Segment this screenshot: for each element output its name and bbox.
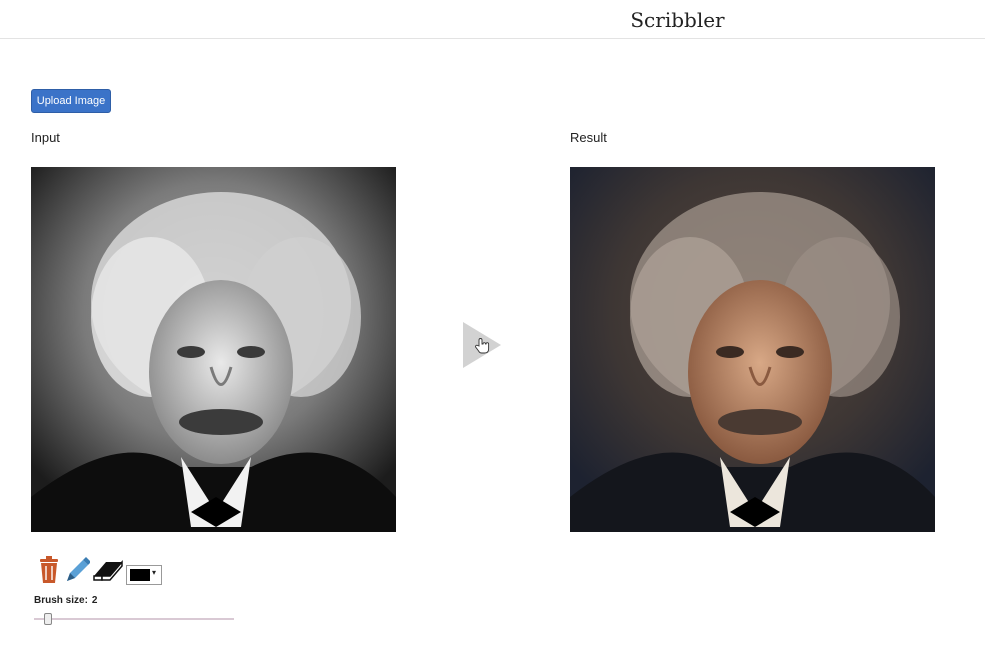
input-label: Input <box>31 130 60 145</box>
result-portrait-image <box>570 167 935 532</box>
brush-size-slider[interactable] <box>34 613 234 625</box>
slider-track <box>34 618 234 620</box>
result-canvas <box>570 167 935 532</box>
trash-icon[interactable] <box>36 556 62 584</box>
input-canvas[interactable] <box>31 167 396 532</box>
colorize-play-button[interactable] <box>461 322 503 368</box>
eraser-icon[interactable] <box>92 556 124 584</box>
brush-size-label: Brush size: 2 <box>34 595 97 606</box>
app-title: Scribbler <box>630 8 725 32</box>
upload-image-button[interactable]: Upload Image <box>31 89 111 113</box>
brush-size-text: Brush size: <box>34 595 88 606</box>
brush-color-select[interactable]: ▾ <box>126 565 162 585</box>
brush-size-value: 2 <box>91 595 98 606</box>
color-swatch <box>130 569 150 581</box>
header-bar: Scribbler <box>0 0 985 39</box>
result-label: Result <box>570 130 607 145</box>
input-portrait-image <box>31 167 396 532</box>
slider-thumb[interactable] <box>44 613 52 625</box>
pencil-icon[interactable] <box>64 556 90 584</box>
chevron-down-icon: ▾ <box>152 568 157 577</box>
